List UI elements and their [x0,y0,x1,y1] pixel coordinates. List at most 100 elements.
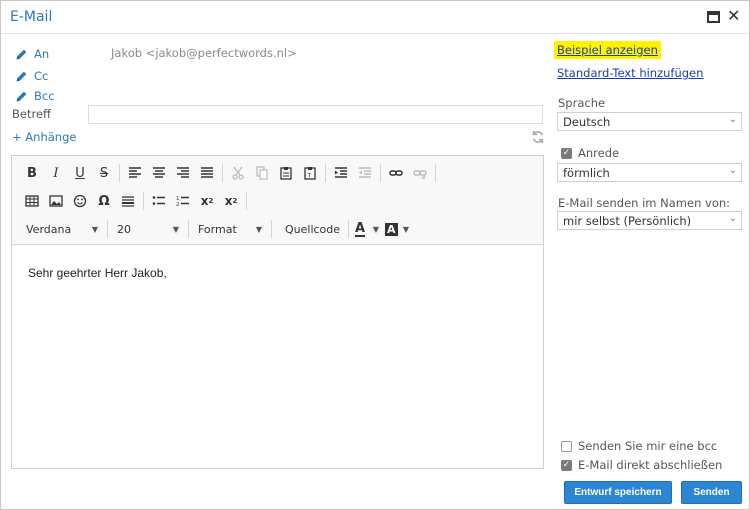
salutation-label: Anrede [578,146,620,160]
language-label: Sprache [558,96,606,110]
add-standard-text-link[interactable]: Standard-Text hinzufügen [557,66,703,80]
refresh-icon[interactable] [531,130,545,144]
link-icon[interactable] [384,162,408,184]
maximize-icon[interactable] [707,11,720,23]
toolbar-separator [435,164,436,182]
toolbar-separator [271,220,272,238]
toolbar-separator [380,164,381,182]
italic-button[interactable]: I [44,162,68,184]
source-code-button[interactable]: Quellcode [275,218,345,240]
bullet-list-icon[interactable] [147,190,171,212]
background-color-icon: A [385,222,398,236]
underline-button[interactable]: U [68,162,92,184]
chevron-down-icon: ▼ [91,224,98,234]
bold-button[interactable]: B [20,162,44,184]
format-label: Format [198,222,237,236]
language-select[interactable]: Deutsch ⌄ [557,112,742,131]
editor-toolbar: B I U S T Ω 1 2 x 2 x 2 Verdana ▼ 20 ▼ F… [12,156,543,245]
smiley-icon[interactable] [68,190,92,212]
font-size-select[interactable]: 20 ▼ [111,218,185,240]
text-color-icon: A [355,220,366,237]
paste-icon[interactable] [274,162,298,184]
superscript-icon[interactable]: x2 [219,190,243,212]
send-as-value: mir selbst (Persönlich) [563,214,692,228]
outdent-icon[interactable] [353,162,377,184]
table-icon[interactable] [20,190,44,212]
svg-text:T: T [307,173,312,180]
salutation-select[interactable]: förmlich ⌄ [557,163,742,182]
numbered-list-icon[interactable]: 12 [171,190,195,212]
close-icon[interactable]: ✕ [727,8,741,24]
subject-input[interactable] [88,105,543,124]
toolbar-separator [325,164,326,182]
close-email-label: E-Mail direkt abschließen [578,458,723,472]
background-color-button[interactable]: A ▼ [382,218,412,240]
toolbar-separator [348,220,349,238]
title-bar: E-Mail ✕ [1,1,749,34]
language-value: Deutsch [563,115,611,129]
font-family-select[interactable]: Verdana ▼ [20,218,104,240]
save-draft-button[interactable]: Entwurf speichern [564,481,672,504]
paste-text-icon[interactable]: T [298,162,322,184]
source-code-label: Quellcode [285,222,341,236]
copy-icon[interactable] [250,162,274,184]
toolbar-separator [119,164,120,182]
send-button[interactable]: Senden [681,481,742,504]
font-size-value: 20 [117,222,131,236]
close-email-check-icon: ✓ [561,459,572,471]
chevron-down-icon: ⌄ [728,213,737,224]
salutation-checkbox[interactable]: ✓ Anrede [561,146,619,160]
toolbar-separator [143,192,144,210]
image-icon[interactable] [44,190,68,212]
pencil-icon [16,71,27,81]
salutation-check-icon: ✓ [561,147,572,159]
email-dialog: E-Mail ✕ An Jakob <jakob@perfectwords.nl… [0,0,750,510]
align-right-icon[interactable] [171,162,195,184]
salutation-value: förmlich [563,166,610,180]
attachments-button[interactable]: + Anhänge [12,130,76,144]
strikethrough-button[interactable]: S [92,162,116,184]
special-character-icon[interactable]: Ω [92,190,116,212]
chevron-down-icon: ▼ [255,224,262,234]
toolbar-separator [222,164,223,182]
indent-icon[interactable] [329,162,353,184]
to-label: An [34,47,50,61]
svg-text:2: 2 [176,202,180,208]
to-recipient-value[interactable]: Jakob <jakob@perfectwords.nl> [111,46,297,60]
send-as-label: E-Mail senden im Namen von: [558,196,731,210]
bcc-label: Bcc [34,89,55,103]
close-email-checkbox[interactable]: ✓ E-Mail direkt abschließen [561,458,722,472]
cc-label: Cc [34,69,49,83]
cut-icon[interactable] [226,162,250,184]
chevron-down-icon: ▼ [372,224,379,234]
show-example-link[interactable]: Beispiel anzeigen [554,41,661,59]
text-color-button[interactable]: A ▼ [352,218,382,240]
align-center-icon[interactable] [147,162,171,184]
to-recipient-button[interactable]: An [15,46,49,62]
format-select[interactable]: Format ▼ [192,218,268,240]
align-left-icon[interactable] [123,162,147,184]
horizontal-rule-icon[interactable] [116,190,140,212]
subscript-icon[interactable]: x2 [195,190,219,212]
chevron-down-icon: ▼ [172,224,179,234]
bcc-me-check-icon [561,440,572,452]
pencil-icon [16,91,27,101]
cc-recipient-button[interactable]: Cc [15,68,48,84]
toolbar-separator [246,192,247,210]
dialog-title: E-Mail [10,9,53,25]
subject-label: Betreff [12,107,51,121]
body-text: Sehr geehrter Herr Jakob, [28,266,167,280]
chevron-down-icon: ▼ [402,224,409,234]
editor-body[interactable]: Sehr geehrter Herr Jakob, [12,246,543,468]
bcc-recipient-button[interactable]: Bcc [15,88,55,104]
toolbar-separator [107,220,108,238]
align-justify-icon[interactable] [195,162,219,184]
chevron-down-icon: ⌄ [728,114,737,125]
chevron-down-icon: ⌄ [728,165,737,176]
font-family-value: Verdana [26,222,72,236]
send-as-select[interactable]: mir selbst (Persönlich) ⌄ [557,211,742,230]
unlink-icon[interactable] [408,162,432,184]
toolbar-separator [188,220,189,238]
bcc-me-checkbox[interactable]: Senden Sie mir eine bcc [561,439,717,453]
bcc-me-label: Senden Sie mir eine bcc [578,439,718,453]
